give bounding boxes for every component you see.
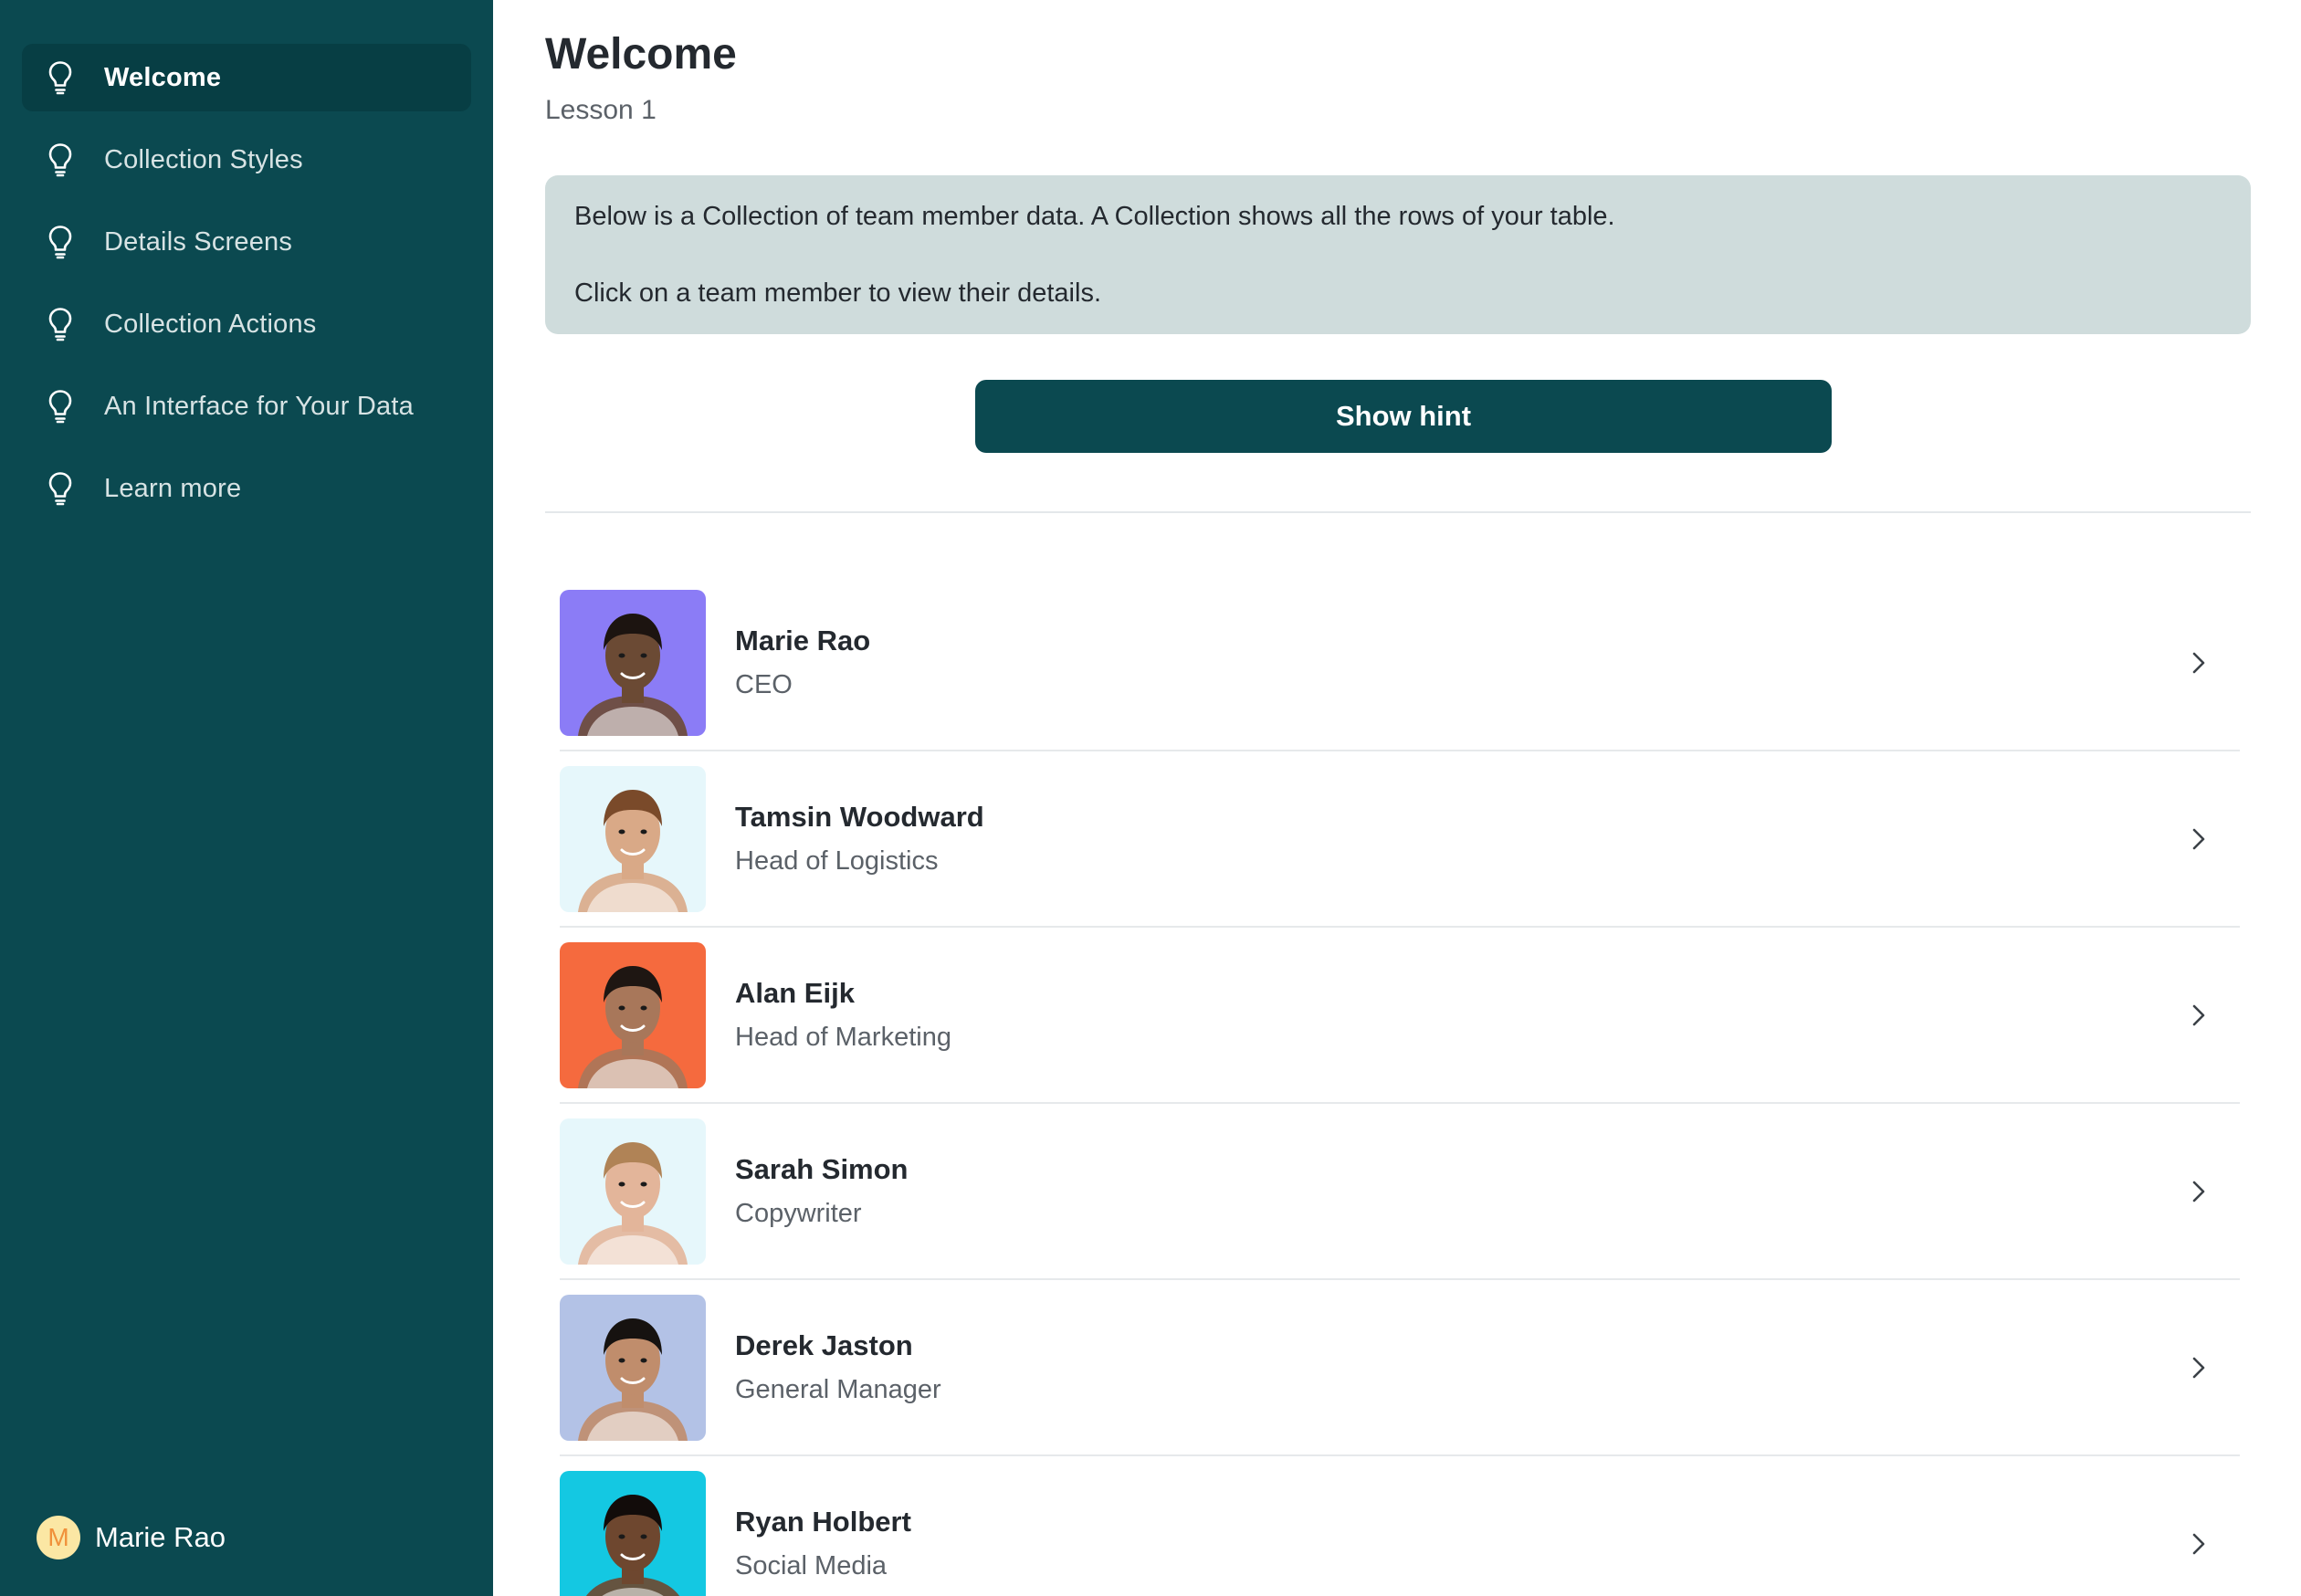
- sidebar-item-details-screens[interactable]: Details Screens: [22, 208, 471, 276]
- lightbulb-icon: [44, 224, 77, 260]
- member-photo: [560, 1294, 706, 1441]
- avatar: M: [37, 1516, 80, 1559]
- member-text: Sarah Simon Copywriter: [735, 1153, 909, 1229]
- sidebar-item-label: Welcome: [104, 62, 222, 92]
- list-item[interactable]: Ryan Holbert Social Media: [560, 1456, 2240, 1596]
- user-profile[interactable]: M Marie Rao: [37, 1516, 226, 1559]
- list-item[interactable]: Tamsin Woodward Head of Logistics: [560, 751, 2240, 928]
- list-item[interactable]: Sarah Simon Copywriter: [560, 1104, 2240, 1280]
- chevron-right-icon: [2185, 1530, 2212, 1558]
- member-name: Alan Eijk: [735, 977, 855, 1009]
- lightbulb-icon: [44, 388, 77, 425]
- member-role: Head of Marketing: [735, 1023, 951, 1052]
- show-hint-button[interactable]: Show hint: [975, 380, 1832, 453]
- lightbulb-icon: [44, 142, 77, 178]
- member-photo: [560, 765, 706, 912]
- sidebar-item-label: Collection Styles: [104, 144, 303, 174]
- member-role: Head of Logistics: [735, 846, 939, 876]
- main-content: Welcome Lesson 1 Below is a Collection o…: [493, 0, 2301, 1596]
- lightbulb-icon: [44, 59, 77, 96]
- lightbulb-icon: [44, 470, 77, 507]
- list-item[interactable]: Marie Rao CEO: [560, 575, 2240, 751]
- page-title: Welcome: [545, 30, 737, 79]
- member-photo: [560, 941, 706, 1088]
- member-text: Derek Jaston General Manager: [735, 1329, 941, 1405]
- chevron-right-icon: [2185, 649, 2212, 677]
- member-text: Tamsin Woodward Head of Logistics: [735, 801, 984, 877]
- chevron-right-icon: [2185, 1178, 2212, 1205]
- member-photo: [560, 589, 706, 736]
- member-name: Ryan Holbert: [735, 1506, 911, 1538]
- member-text: Ryan Holbert Social Media: [735, 1506, 911, 1581]
- info-text-line1: Below is a Collection of team member dat…: [574, 202, 1615, 231]
- chevron-right-icon: [2185, 825, 2212, 853]
- sidebar-item-label: Collection Actions: [104, 309, 317, 339]
- member-name: Marie Rao: [735, 625, 871, 656]
- member-photo: [560, 1470, 706, 1596]
- member-name: Derek Jaston: [735, 1329, 913, 1361]
- user-name: Marie Rao: [95, 1521, 226, 1553]
- member-role: Copywriter: [735, 1199, 862, 1228]
- sidebar-nav: Welcome Collection Styles Details Screen…: [0, 0, 493, 522]
- list-item[interactable]: Derek Jaston General Manager: [560, 1280, 2240, 1456]
- member-photo: [560, 1118, 706, 1265]
- lightbulb-icon: [44, 306, 77, 342]
- member-role: CEO: [735, 670, 793, 699]
- divider: [545, 511, 2251, 513]
- member-text: Marie Rao CEO: [735, 625, 870, 700]
- sidebar-item-label: Details Screens: [104, 226, 293, 257]
- app: Welcome Collection Styles Details Screen…: [0, 0, 2301, 1596]
- info-text-line2: Click on a team member to view their det…: [574, 278, 1101, 308]
- sidebar-item-label: An Interface for Your Data: [104, 391, 414, 421]
- sidebar-item-learn-more[interactable]: Learn more: [22, 455, 471, 522]
- info-box: Below is a Collection of team member dat…: [545, 175, 2251, 334]
- member-text: Alan Eijk Head of Marketing: [735, 977, 951, 1053]
- sidebar-item-collection-actions[interactable]: Collection Actions: [22, 290, 471, 358]
- sidebar-item-collection-styles[interactable]: Collection Styles: [22, 126, 471, 194]
- sidebar-item-interface[interactable]: An Interface for Your Data: [22, 373, 471, 440]
- member-role: General Manager: [735, 1375, 941, 1404]
- list-item[interactable]: Alan Eijk Head of Marketing: [560, 928, 2240, 1104]
- member-role: Social Media: [735, 1551, 888, 1580]
- sidebar-item-label: Learn more: [104, 473, 242, 503]
- sidebar-item-welcome[interactable]: Welcome: [22, 44, 471, 111]
- member-name: Tamsin Woodward: [735, 801, 984, 833]
- page-subtitle: Lesson 1: [545, 95, 657, 125]
- sidebar: Welcome Collection Styles Details Screen…: [0, 0, 493, 1596]
- member-name: Sarah Simon: [735, 1153, 909, 1185]
- team-member-list: Marie Rao CEO Tamsin Woodward Head of Logis…: [560, 575, 2240, 1596]
- chevron-right-icon: [2185, 1002, 2212, 1029]
- chevron-right-icon: [2185, 1354, 2212, 1381]
